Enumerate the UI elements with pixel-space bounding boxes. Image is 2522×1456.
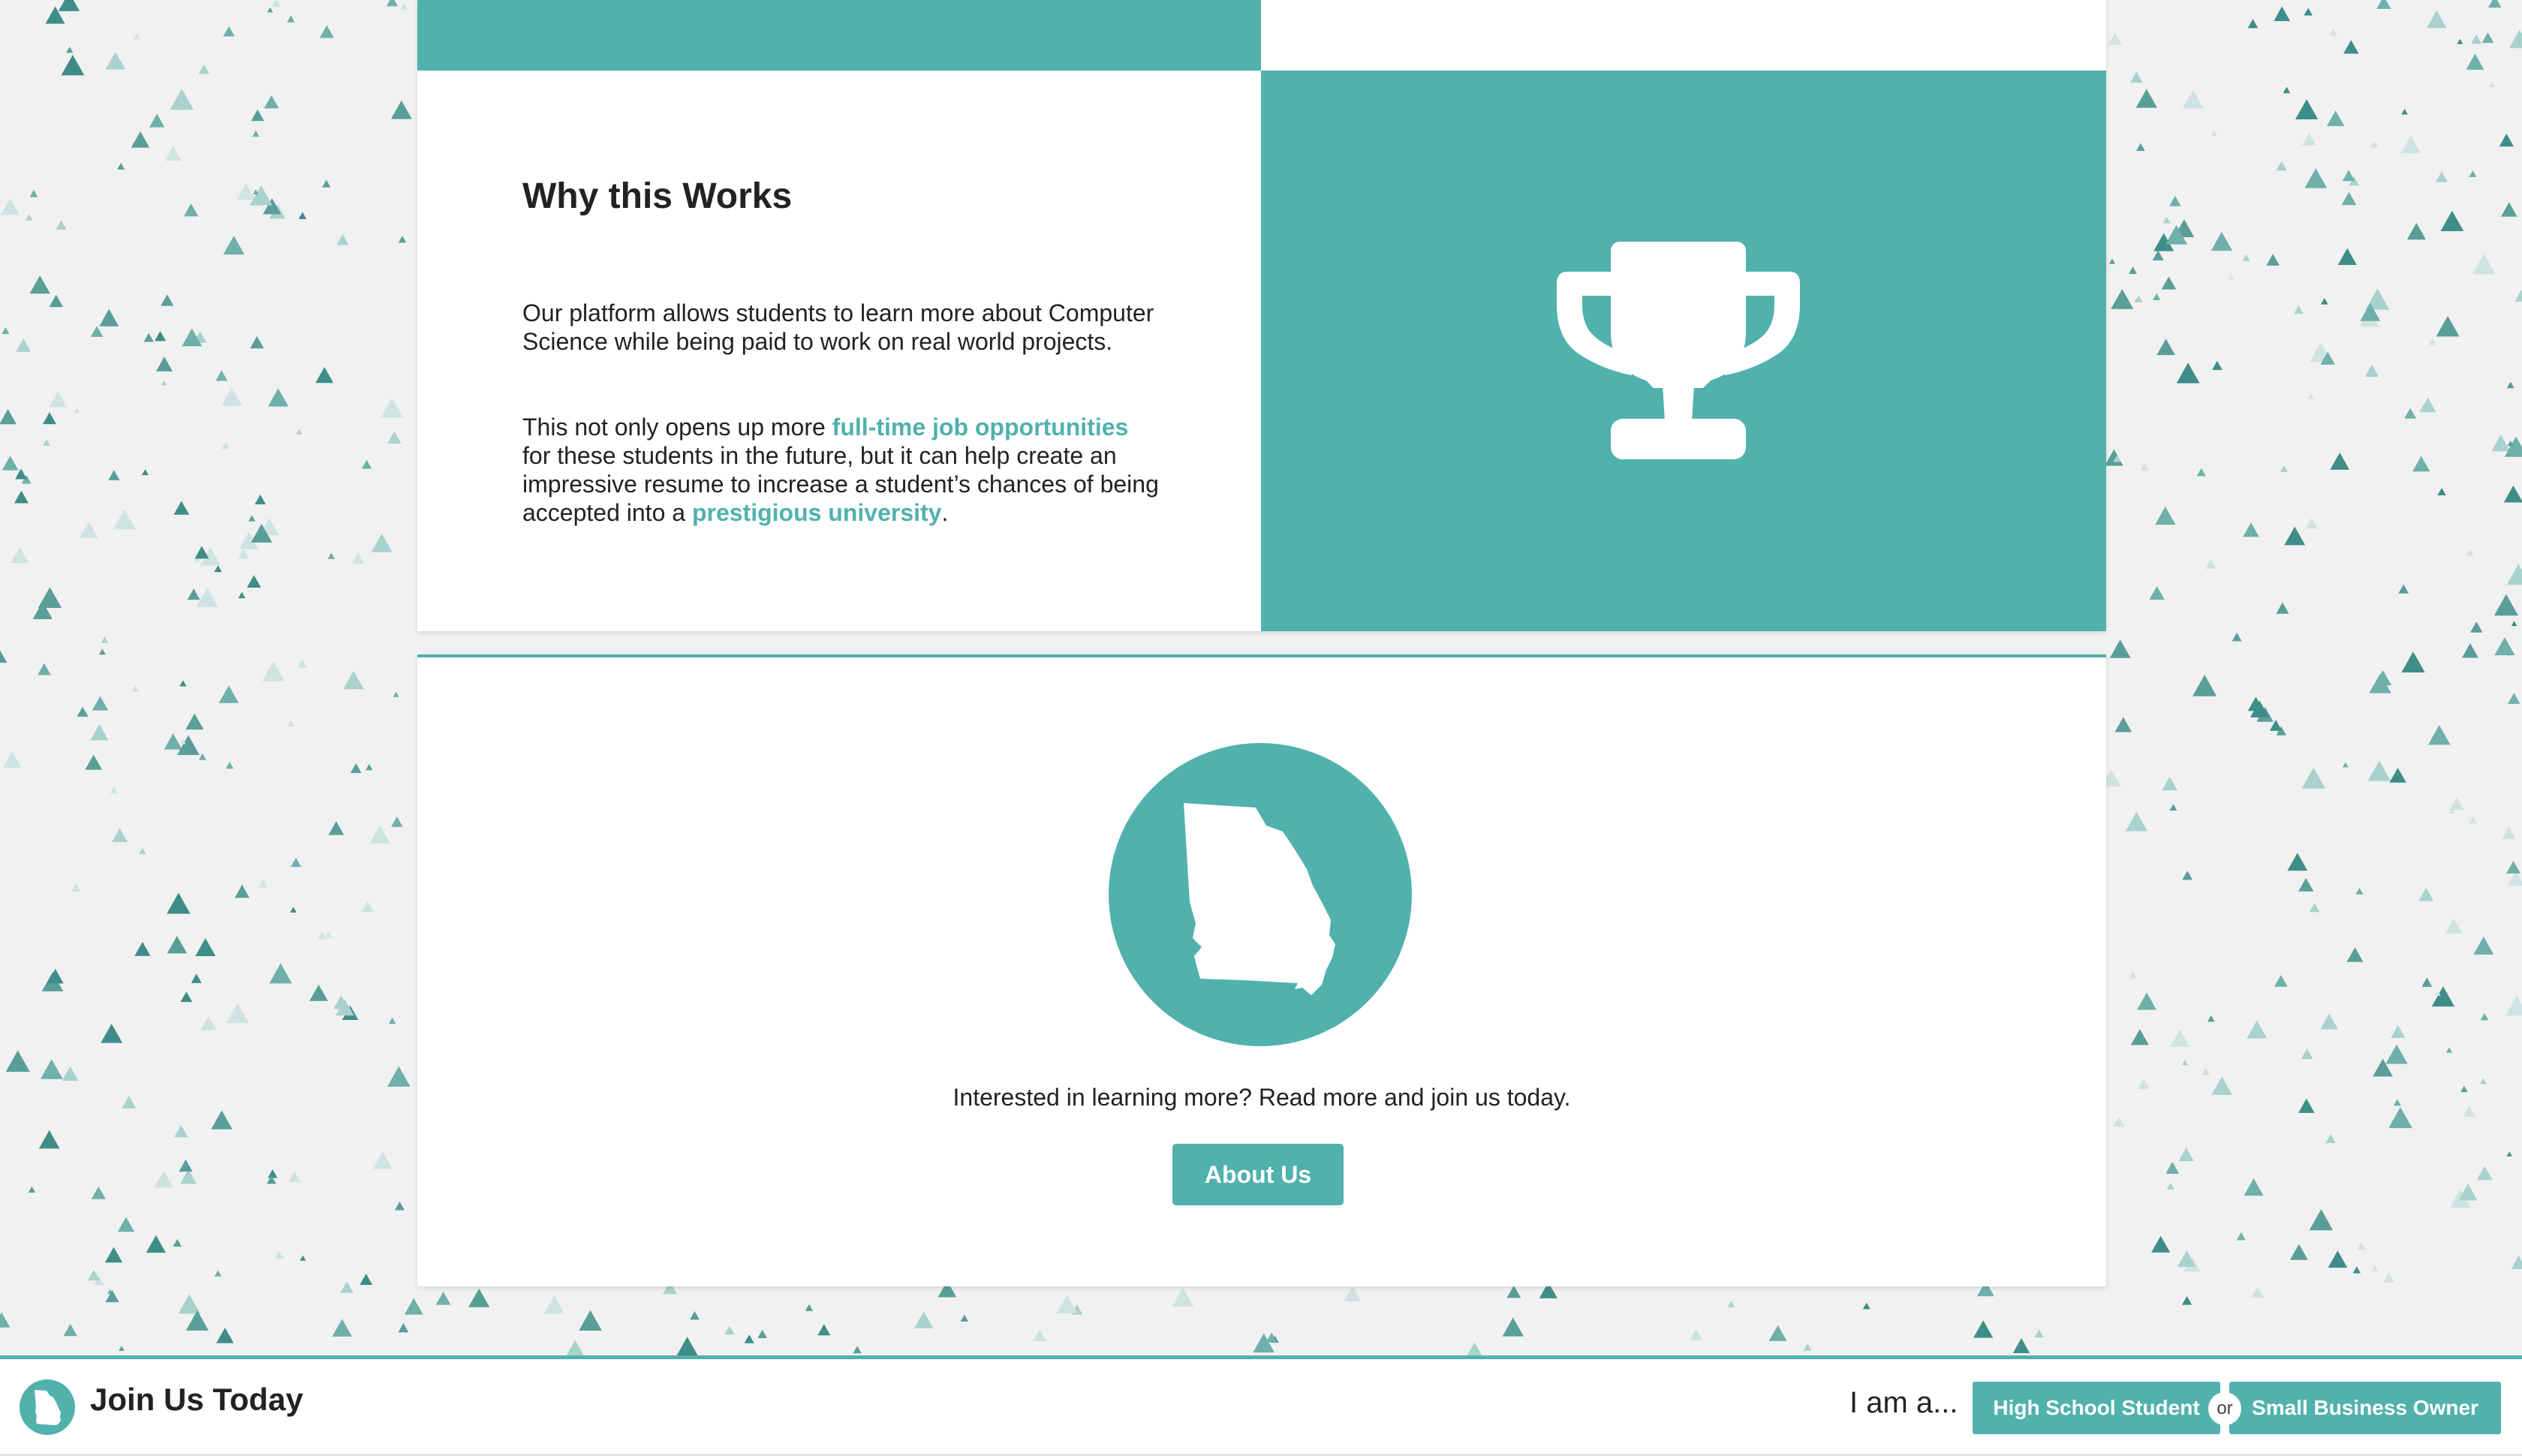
i-am-label: I am a... [1849,1386,1958,1419]
paragraph-text: This not only opens up more [522,414,832,441]
section-title: Why this Works [522,176,793,216]
paragraph-text: . [941,499,949,526]
learn-more-card: Interested in learning more? Read more a… [417,654,2106,1286]
accent-strip [417,0,1261,71]
georgia-state-icon [35,1390,61,1425]
trophy-icon [1557,242,1800,459]
small-business-owner-button[interactable]: Small Business Owner [2229,1382,2501,1434]
footer-title: Join Us Today [90,1382,303,1417]
highlight-job-opportunities: full-time job opportunities [832,414,1129,441]
or-divider-badge: or [2208,1392,2241,1425]
join-us-footer-bar: Join Us Today I am a... High School Stud… [0,1355,2522,1456]
georgia-state-icon [1184,803,1335,995]
why-this-works-card: Why this Works Our platform allows stude… [417,0,2106,631]
highlight-prestigious-university: prestigious university [691,499,942,526]
description-paragraph-2: This not only opens up more full-time jo… [522,413,1160,527]
description-paragraph: Our platform allows students to learn mo… [522,299,1154,355]
about-us-button[interactable]: About Us [1172,1144,1344,1205]
logo [20,1379,75,1435]
state-map-badge [1109,743,1412,1046]
learn-more-text: Interested in learning more? Read more a… [953,1084,1571,1111]
high-school-student-button[interactable]: High School Student [1973,1382,2220,1434]
